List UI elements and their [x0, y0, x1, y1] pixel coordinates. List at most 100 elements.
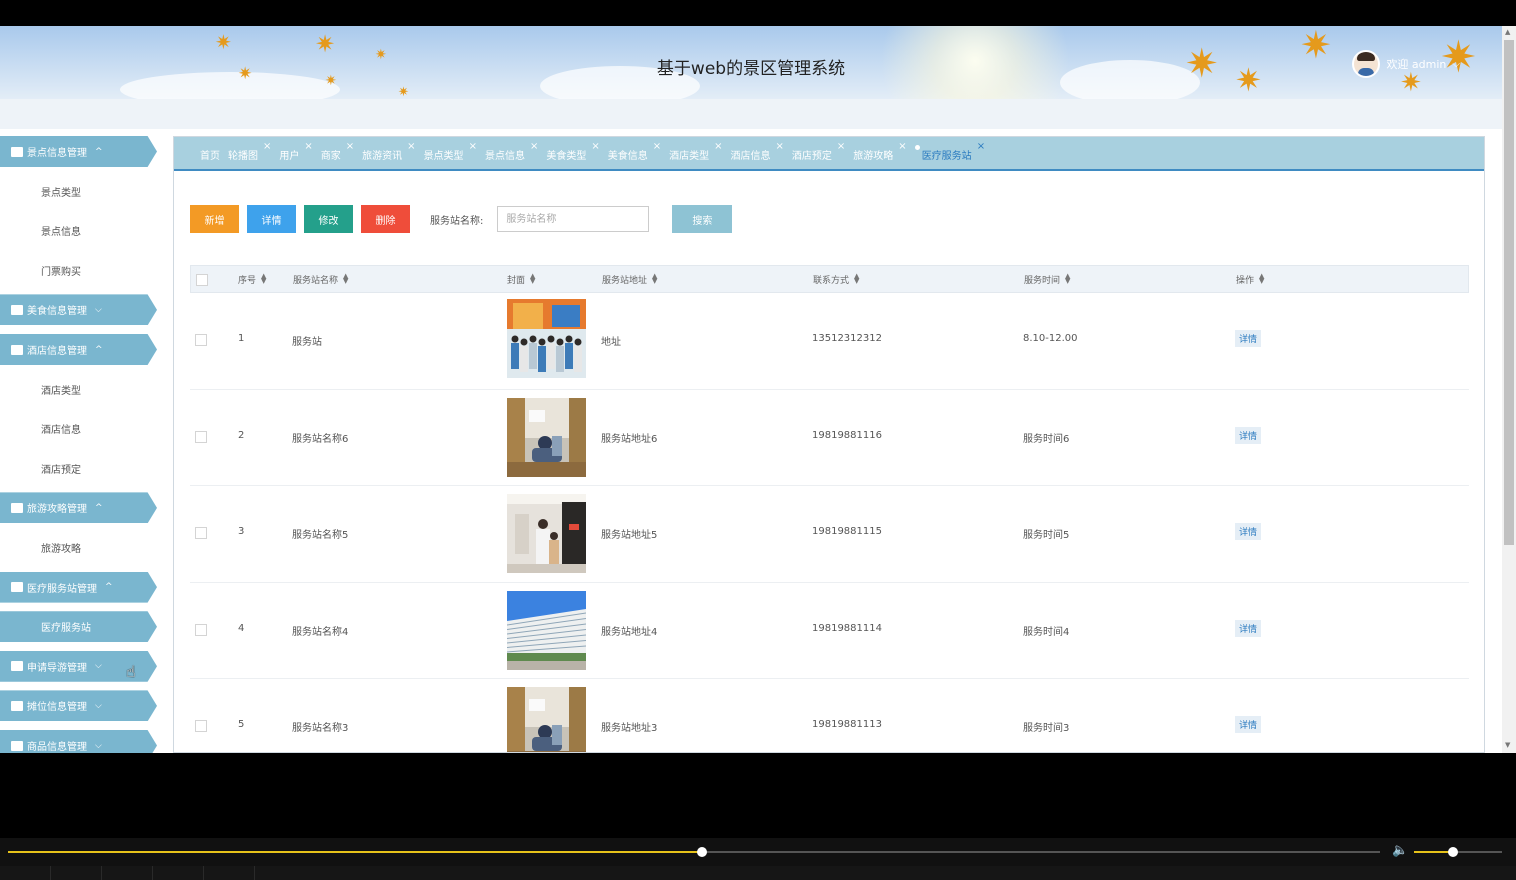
table-row[interactable]: 4 服务站名称4 服务站地址4 19819881114 服务时间4 详情: [190, 583, 1469, 679]
tab-10[interactable]: 酒店信息 ×: [731, 141, 784, 162]
chevron-down-icon[interactable]: ⌵: [1452, 59, 1460, 70]
station-phone: 19819881114: [812, 622, 882, 634]
tab-2[interactable]: 用户 ×: [279, 141, 312, 162]
table-header: 序号 ▲ ▼ 服务站名称 ▲ ▼ 封面 ▲ ▼ 服务站地址 ▲ ▼ 联系方式 ▲ ▼ 服务时间 ▲ ▼ …: [190, 265, 1469, 293]
column-header-address[interactable]: 服务站地址 ▲ ▼: [602, 273, 657, 286]
sidebar-item-2[interactable]: 景点信息: [0, 215, 157, 246]
station-name: 服务站名称4: [292, 626, 349, 638]
table-row[interactable]: 5 服务站名称3 服务站地址3 19819881113 服务时间3 详情: [190, 679, 1469, 752]
row-detail-button[interactable]: 详情: [1235, 426, 1262, 444]
tab-1[interactable]: 轮播图 ×: [228, 141, 271, 162]
close-icon[interactable]: ×: [776, 141, 784, 152]
tab-0[interactable]: 首页: [200, 145, 220, 162]
sidebar-item-12[interactable]: 医疗服务站: [0, 611, 157, 643]
select-all-checkbox[interactable]: [196, 274, 208, 286]
close-icon[interactable]: ×: [714, 141, 722, 152]
tab-6[interactable]: 景点信息 ×: [485, 141, 538, 162]
delete-button[interactable]: 删除: [361, 205, 410, 233]
tab-3[interactable]: 商家 ×: [321, 141, 354, 162]
tab-4[interactable]: 旅游资讯 ×: [362, 141, 415, 162]
scroll-up-icon[interactable]: ▲: [1505, 28, 1510, 36]
table-row[interactable]: 3 服务站名称5 服务站地址5 19819881115 服务时间5 详情: [190, 486, 1469, 583]
sort-icon: ▲ ▼: [1259, 272, 1265, 285]
station-phone: 19819881113: [812, 719, 882, 730]
scroll-down-icon[interactable]: ▼: [1505, 741, 1510, 749]
column-header-label: 操作: [1236, 275, 1255, 286]
volume-icon[interactable]: 🔈: [1392, 843, 1408, 858]
column-header-action[interactable]: 操作 ▲ ▼: [1236, 273, 1264, 286]
sidebar-menu-9[interactable]: 旅游攻略管理 ^: [0, 492, 157, 524]
tab-12[interactable]: 旅游攻略 ×: [853, 141, 906, 162]
grid-icon: [11, 304, 23, 315]
edit-button[interactable]: 修改: [304, 205, 353, 233]
column-header-name[interactable]: 服务站名称 ▲ ▼: [293, 273, 348, 286]
tab-7[interactable]: 美食类型 ×: [546, 141, 599, 162]
tab-13[interactable]: 医疗服务站 ×: [914, 141, 985, 162]
vertical-scrollbar[interactable]: ▲ ▼: [1502, 26, 1516, 753]
tab-9[interactable]: 酒店类型 ×: [669, 141, 722, 162]
close-icon[interactable]: ×: [591, 141, 599, 152]
column-header-no[interactable]: 序号 ▲ ▼: [238, 273, 266, 286]
header-subbar: [0, 99, 1502, 129]
row-checkbox[interactable]: [195, 623, 207, 636]
sidebar-menu-15[interactable]: 商品信息管理 ⌵: [0, 730, 157, 753]
sidebar-menu-11[interactable]: 医疗服务站管理 ^: [0, 571, 157, 603]
sidebar-item-3[interactable]: 门票购买: [0, 255, 157, 286]
column-header-cover[interactable]: 封面 ▲ ▼: [507, 273, 535, 286]
sidebar-menu-5[interactable]: 酒店信息管理 ^: [0, 334, 157, 365]
table-row[interactable]: 1 服务站 地址 13512312312 8.10-12.00 详情: [190, 293, 1469, 390]
detail-button[interactable]: 详情: [247, 205, 296, 233]
row-checkbox[interactable]: [195, 334, 207, 346]
sidebar-item-8[interactable]: 酒店预定: [0, 453, 157, 484]
sort-icon: ▲ ▼: [1065, 272, 1071, 285]
close-icon[interactable]: ×: [469, 141, 477, 152]
close-icon[interactable]: ×: [346, 141, 354, 152]
close-icon[interactable]: ×: [653, 141, 661, 152]
sidebar-item-7[interactable]: 酒店信息: [0, 413, 157, 444]
tab-5[interactable]: 景点类型 ×: [424, 141, 477, 162]
search-button[interactable]: 搜索: [672, 205, 733, 233]
tab-label: 轮播图: [228, 150, 258, 162]
sidebar-item-1[interactable]: 景点类型: [0, 176, 157, 207]
table-row[interactable]: 2 服务站名称6 服务站地址6 19819881116 服务时间6 详情: [190, 390, 1469, 486]
close-icon[interactable]: ×: [977, 141, 985, 152]
close-icon[interactable]: ×: [837, 141, 845, 152]
avatar[interactable]: [1352, 50, 1381, 78]
close-icon[interactable]: ×: [304, 141, 312, 152]
search-input[interactable]: [497, 206, 650, 232]
add-button[interactable]: 新增: [190, 205, 239, 233]
row-checkbox[interactable]: [195, 527, 207, 539]
row-checkbox[interactable]: [195, 430, 207, 443]
sidebar-menu-0[interactable]: 景点信息管理 ^: [0, 136, 157, 167]
sidebar-item-10[interactable]: 旅游攻略: [0, 532, 157, 563]
station-address: 服务站地址3: [601, 723, 658, 734]
close-icon[interactable]: ×: [530, 141, 538, 152]
sort-icon: ▲ ▼: [530, 272, 536, 285]
progress-handle[interactable]: [697, 847, 708, 857]
close-icon[interactable]: ×: [263, 141, 271, 152]
sort-icon: ▲ ▼: [652, 272, 658, 285]
row-detail-button[interactable]: 详情: [1235, 716, 1262, 733]
sidebar-item-6[interactable]: 酒店类型: [0, 374, 157, 405]
scrollbar-thumb[interactable]: [1504, 40, 1514, 545]
row-detail-button[interactable]: 详情: [1235, 523, 1262, 540]
control-slot: [0, 866, 51, 880]
row-detail-button[interactable]: 详情: [1235, 619, 1262, 637]
tab-8[interactable]: 美食信息 ×: [608, 141, 661, 162]
tab-11[interactable]: 酒店预定 ×: [792, 141, 845, 162]
sidebar-menu-4[interactable]: 美食信息管理 ⌵: [0, 294, 157, 326]
close-icon[interactable]: ×: [407, 141, 415, 152]
volume-handle[interactable]: [1447, 847, 1458, 857]
sidebar-menu-14[interactable]: 摊位信息管理 ⌵: [0, 690, 157, 722]
column-header-phone[interactable]: 联系方式 ▲ ▼: [813, 273, 859, 286]
tab-label: 首页: [200, 150, 220, 162]
bag-icon: [11, 740, 23, 751]
row-detail-button[interactable]: 详情: [1235, 330, 1262, 347]
service-time: 服务时间6: [1023, 433, 1070, 445]
volume-slider[interactable]: [1414, 847, 1502, 857]
column-header-time[interactable]: 服务时间 ▲ ▼: [1024, 273, 1070, 286]
close-icon[interactable]: ×: [898, 141, 906, 152]
row-checkbox[interactable]: [195, 720, 207, 732]
user-menu[interactable]: 欢迎 admin ⌵: [1352, 50, 1460, 78]
progress-bar[interactable]: [8, 847, 1380, 857]
